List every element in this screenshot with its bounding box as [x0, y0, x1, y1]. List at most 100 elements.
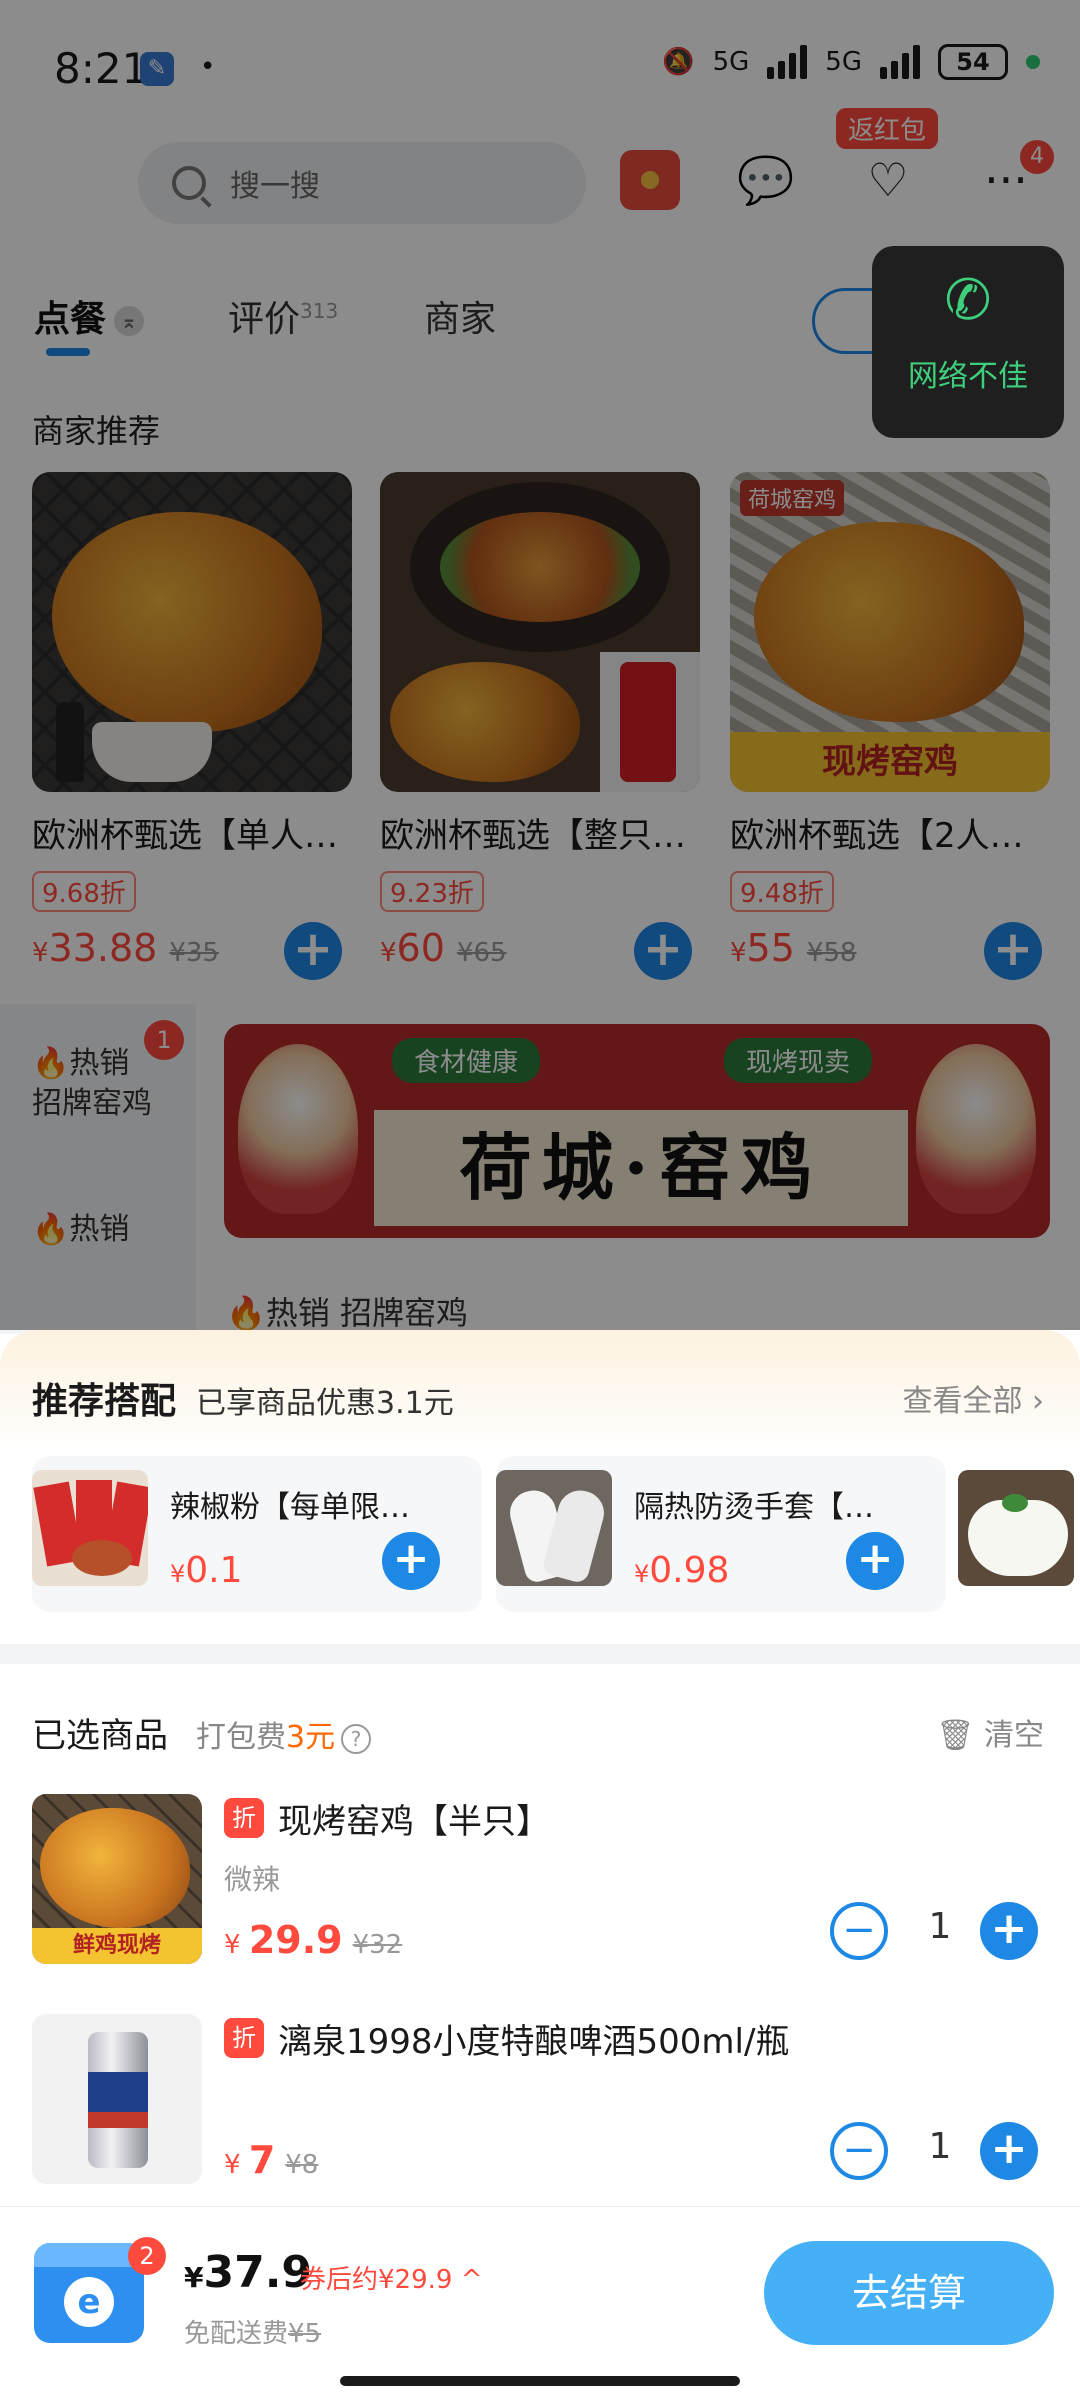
quantity-value: 1	[928, 2126, 952, 2167]
combo-subtitle: 已享商品优惠3.1元	[196, 1386, 454, 1421]
call-status-text: 网络不佳	[908, 359, 1028, 394]
combo-card-2[interactable]: 隔热防烫手套【… ¥0.98 +	[496, 1456, 946, 1612]
original-price: ¥58	[806, 938, 857, 968]
packing-fee: 打包费3元?	[196, 1712, 372, 1756]
recommend-card-2[interactable]: 欧洲杯甄选【整只… 9.23折 ¥60 ¥65	[380, 472, 700, 970]
tab-merchant[interactable]: 商家	[424, 290, 496, 342]
cart-item-price: ¥ 7 ¥8	[224, 2138, 319, 2182]
fire-icon: 🔥	[32, 1212, 70, 1247]
privacy-dot-icon	[1026, 55, 1040, 69]
cart-item: 折 漓泉1998小度特酿啤酒500ml/瓶 ¥ 7 ¥8 − 1 +	[0, 2014, 1080, 2194]
cart-item-name: 现烤窑鸡【半只】	[278, 1802, 550, 1842]
roast-chicken-image	[32, 472, 352, 792]
signal-icon	[767, 45, 808, 79]
signal-icon-2	[880, 45, 920, 79]
add-combo-1-button[interactable]: +	[382, 1532, 440, 1590]
price: ¥33.88	[32, 926, 158, 970]
message-icon[interactable]: 💬	[736, 150, 796, 210]
system-nav-bar	[0, 2356, 1080, 2400]
search-icon	[172, 166, 206, 200]
wrench-icon: ✎	[140, 52, 174, 86]
store-tabs: 点餐 ⌅ 评价313 商家	[34, 290, 834, 370]
tab-active-indicator	[46, 348, 90, 356]
red-packet-icon[interactable]	[620, 150, 680, 210]
gloves-image	[496, 1470, 612, 1586]
discount-tag: 9.68折	[32, 871, 136, 912]
original-price: ¥65	[456, 938, 507, 968]
phone-icon: ✆	[944, 268, 992, 333]
cart-item-name: 漓泉1998小度特酿啤酒500ml/瓶	[278, 2022, 790, 2062]
banner-tag-left: 食材健康	[392, 1038, 541, 1083]
recommend-card-1[interactable]: 欧洲杯甄选【单人… 9.68折 ¥33.88 ¥35	[32, 472, 352, 970]
banner-tag-right: 现烤现卖	[724, 1038, 873, 1083]
lion-dance-image-left	[238, 1044, 358, 1214]
increase-qty-button[interactable]: +	[980, 1902, 1038, 1960]
after-coupon-price[interactable]: 券后约¥29.9 ^	[300, 2259, 482, 2296]
chicken-set-image	[380, 472, 700, 792]
combo-card-1[interactable]: 辣椒粉【每单限… ¥0.1 +	[32, 1456, 482, 1612]
quantity-value: 1	[928, 1906, 952, 1947]
trash-icon: 🗑	[936, 1718, 975, 1753]
view-all-link[interactable]: 查看全部 ›	[902, 1376, 1044, 1420]
favorite-heart-icon[interactable]: ♡	[858, 150, 918, 210]
recommend-card-3[interactable]: 荷城窑鸡 现烤窑鸡 欧洲杯甄选【2人… 9.48折 ¥55 ¥58	[730, 472, 1050, 970]
eleme-logo-icon: e	[64, 2277, 114, 2327]
rice-image	[958, 1470, 1074, 1586]
decrease-qty-button[interactable]: −	[830, 2122, 888, 2180]
home-indicator[interactable]	[340, 2376, 740, 2386]
discount-badge: 折	[224, 2018, 264, 2058]
discount-badge: 折	[224, 1798, 264, 1838]
cart-item-spec: 微辣	[224, 1863, 281, 1896]
add-recommend-2-button[interactable]: +	[634, 922, 692, 980]
hongbao-badge: 返红包	[836, 108, 939, 149]
combo-price: ¥0.98	[634, 1550, 730, 1591]
tab-reviews[interactable]: 评价313	[228, 290, 338, 342]
selected-title: 已选商品	[32, 1716, 168, 1756]
review-count: 313	[300, 299, 339, 323]
banner-title: 荷城·窑鸡	[374, 1110, 908, 1226]
network-label-2: 5G	[825, 47, 862, 77]
original-price: ¥35	[169, 938, 219, 968]
kiln-chicken-image: 荷城窑鸡 现烤窑鸡	[730, 472, 1050, 792]
help-icon[interactable]: ?	[341, 1723, 372, 1754]
notification-dot-icon: •	[200, 52, 216, 82]
cart-count-badge: 2	[128, 2237, 166, 2275]
tab-order[interactable]: 点餐 ⌅	[34, 290, 145, 342]
clear-cart-button[interactable]: 🗑 清空	[936, 1710, 1044, 1754]
add-recommend-1-button[interactable]: +	[284, 922, 342, 980]
combo-section: 推荐搭配 已享商品优惠3.1元 查看全部 › 辣椒粉【每单限… ¥0.1 + 隔…	[0, 1330, 1080, 1644]
image-caption: 鲜鸡现烤	[32, 1928, 202, 1964]
section-divider	[0, 1644, 1080, 1664]
search-bar[interactable]: 搜一搜	[138, 142, 586, 224]
recommend-name: 欧洲杯甄选【2人…	[730, 816, 1024, 856]
discount-tag: 9.23折	[380, 871, 484, 912]
call-status-popup[interactable]: ✆ 网络不佳	[872, 246, 1064, 438]
status-icons: 🔕 5G 5G 54	[662, 44, 1040, 80]
price: ¥55	[730, 926, 795, 970]
decrease-qty-button[interactable]: −	[830, 1902, 888, 1960]
more-badge: 4	[1020, 140, 1054, 174]
delivery-fee: 免配送费¥5	[184, 2319, 322, 2349]
network-label-1: 5G	[712, 47, 750, 77]
store-page-background: 8:21 ✎ • 🔕 5G 5G 54 搜一搜 💬 返红包 ♡ ··· 4 点餐…	[0, 0, 1080, 1334]
half-chicken-image: 鲜鸡现烤	[32, 1794, 202, 1964]
cart-item: 鲜鸡现烤 折 现烤窑鸡【半只】 微辣 ¥ 29.9 ¥32 − 1 +	[0, 1794, 1080, 1974]
checkout-bar: e 2 ¥37.9 券后约¥29.9 ^ 免配送费¥5 去结算	[0, 2206, 1080, 2356]
sidebar-item-hot[interactable]: 🔥热销 招牌窑鸡	[32, 1044, 152, 1124]
bell-muted-icon: 🔕	[662, 47, 695, 77]
total-price: ¥37.9	[184, 2247, 313, 2298]
cart-item-price: ¥ 29.9 ¥32	[224, 1918, 403, 1962]
search-placeholder: 搜一搜	[230, 169, 320, 204]
sidebar-item-hot-2[interactable]: 🔥热销	[32, 1210, 129, 1250]
add-recommend-3-button[interactable]: +	[984, 922, 1042, 980]
lion-dance-image-right	[916, 1044, 1036, 1214]
corner-label: 荷城窑鸡	[740, 480, 845, 516]
discount-tag: 9.48折	[730, 871, 834, 912]
checkout-button[interactable]: 去结算	[764, 2241, 1054, 2345]
combo-card-3[interactable]	[958, 1456, 1080, 1612]
combo-name: 隔热防烫手套【…	[634, 1490, 874, 1525]
add-combo-2-button[interactable]: +	[846, 1532, 904, 1590]
battery-icon: 54	[938, 44, 1008, 80]
recommend-title: 商家推荐	[32, 412, 161, 450]
increase-qty-button[interactable]: +	[980, 2122, 1038, 2180]
